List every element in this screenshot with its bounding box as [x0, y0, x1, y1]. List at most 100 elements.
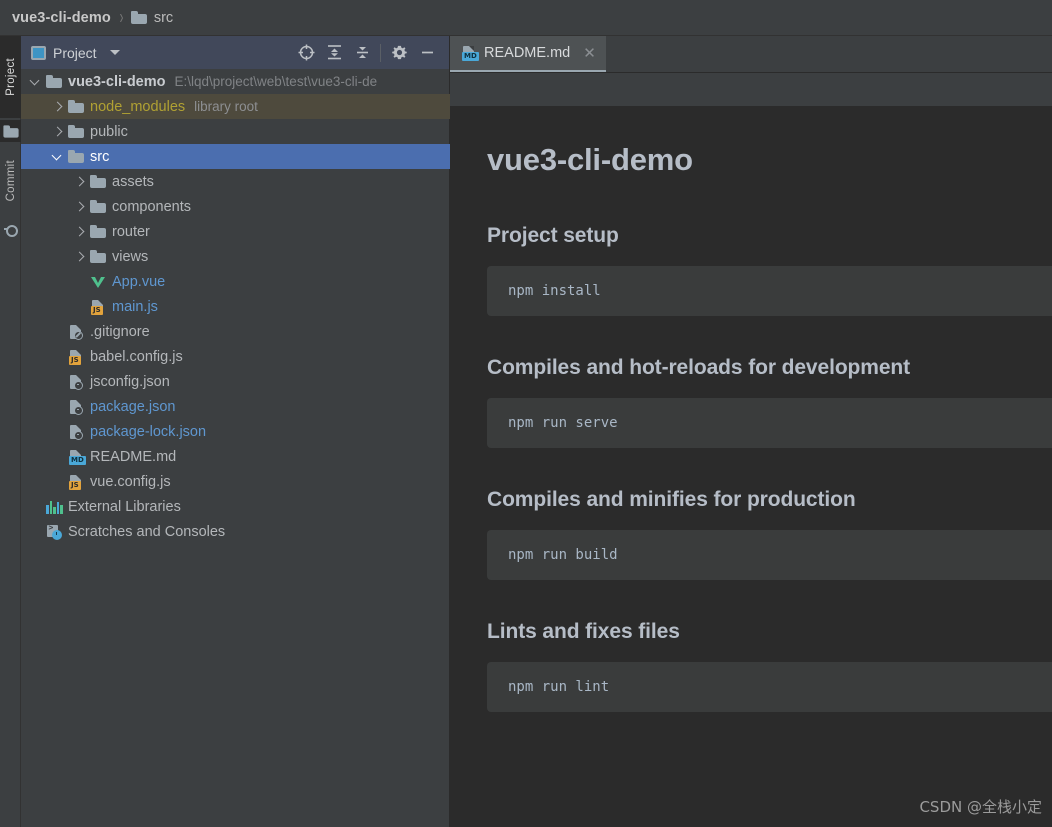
tree-row-label: vue3-cli-demo: [68, 73, 166, 90]
project-panel-title-group[interactable]: Project: [31, 45, 120, 61]
tree-row-vue-config-js[interactable]: JS vue.config.js: [21, 469, 450, 494]
md-heading-1: vue3-cli-demo: [487, 142, 693, 177]
chevron-down-icon[interactable]: [109, 50, 120, 55]
tool-strip-commit-icon-slot[interactable]: [0, 218, 21, 240]
md-file-icon: MD: [68, 449, 86, 465]
editor-tab-readme[interactable]: MD README.md ✕: [450, 36, 606, 72]
project-window-icon: [31, 45, 46, 60]
tool-window-strip: Project Commit: [0, 36, 21, 827]
breadcrumb-project-label: vue3-cli-demo: [12, 9, 111, 26]
tree-row-external-libraries[interactable]: External Libraries: [21, 494, 450, 519]
breadcrumb-bar: vue3-cli-demo › src: [0, 0, 1052, 36]
collapse-all-icon[interactable]: [348, 39, 376, 67]
folder-icon: [90, 175, 106, 188]
close-icon[interactable]: ✕: [583, 44, 596, 62]
watermark: CSDN @全栈小定: [919, 798, 1042, 816]
minimize-icon[interactable]: [413, 39, 441, 67]
project-panel-actions: [292, 39, 441, 67]
js-file-icon: JS: [68, 474, 84, 490]
tree-row-vue3-cli-demo[interactable]: vue3-cli-demo E:\lqd\project\web\test\vue…: [21, 69, 450, 94]
gear-icon[interactable]: [385, 39, 413, 67]
tree-row-label: babel.config.js: [90, 348, 183, 365]
tree-row-app-vue[interactable]: App.vue: [21, 269, 450, 294]
tool-strip-commit[interactable]: Commit: [0, 144, 21, 218]
breadcrumb-project[interactable]: vue3-cli-demo: [12, 10, 111, 26]
js-file-icon: JS: [68, 349, 84, 365]
chevron-down-icon[interactable]: [51, 150, 64, 163]
tree-arrow-placeholder: [51, 400, 64, 413]
tree-row-gitignore[interactable]: .gitignore: [21, 319, 450, 344]
folder-icon: [68, 150, 84, 163]
chevron-right-icon[interactable]: [73, 225, 86, 238]
folder-icon: [68, 125, 84, 138]
folder-icon: [130, 11, 147, 24]
tree-row-public[interactable]: public: [21, 119, 450, 144]
tree-row-label: package.json: [90, 398, 176, 415]
chevron-right-icon[interactable]: [51, 100, 64, 113]
tree-arrow-placeholder: [51, 325, 64, 338]
tree-arrow-placeholder: [51, 425, 64, 438]
editor-tab-label: README.md: [484, 45, 571, 61]
tree-row-label: node_modules: [90, 98, 186, 115]
chevron-right-icon[interactable]: [51, 125, 64, 138]
ide-window: vue3-cli-demo › src Project Commit Proje…: [0, 0, 1052, 827]
tree-row-label: External Libraries: [68, 498, 181, 515]
md-file-icon: MD: [461, 45, 479, 61]
scratches-icon: [46, 523, 62, 540]
tree-row-label: vue.config.js: [90, 473, 171, 490]
project-file-tree[interactable]: vue3-cli-demo E:\lqd\project\web\test\vue…: [21, 69, 450, 827]
tree-row-router[interactable]: router: [21, 219, 450, 244]
tree-row-readme-md[interactable]: MD README.md: [21, 444, 450, 469]
tree-row-label: router: [112, 223, 150, 240]
md-heading-2: Compiles and hot-reloads for development: [487, 356, 911, 379]
vue-file-icon: [90, 274, 106, 290]
tree-row-assets[interactable]: assets: [21, 169, 450, 194]
tree-row-main-js[interactable]: JS main.js: [21, 294, 450, 319]
tree-arrow-placeholder: [29, 500, 42, 513]
chevron-right-icon[interactable]: [73, 200, 86, 213]
project-tool-window: Project vue3-cli-demo E:\lqd\project\web…: [21, 36, 450, 827]
json-file-icon: [68, 374, 84, 390]
breadcrumb-src[interactable]: src: [130, 9, 174, 26]
tree-row-components[interactable]: components: [21, 194, 450, 219]
markdown-preview: vue3-cli-demo Project setup npm install Com…: [450, 108, 1052, 827]
tree-row-label: public: [90, 123, 128, 140]
tool-strip-project[interactable]: Project: [0, 36, 21, 118]
tree-row-label: components: [112, 198, 191, 215]
tree-row-label: .gitignore: [90, 323, 150, 340]
tree-row-src[interactable]: src: [21, 144, 450, 169]
chevron-down-icon[interactable]: [29, 75, 42, 88]
tree-row-node-modules[interactable]: node_modules library root: [21, 94, 450, 119]
tool-strip-project-icon-slot[interactable]: [0, 120, 21, 142]
editor-breadcrumb-strip: [450, 73, 1052, 107]
tree-row-label: jsconfig.json: [90, 373, 170, 390]
tree-row-label: Scratches and Consoles: [68, 523, 226, 540]
breadcrumb-separator-icon: ›: [119, 6, 124, 29]
tree-row-sublabel: library root: [194, 99, 258, 114]
tree-arrow-placeholder: [73, 275, 86, 288]
chevron-right-icon[interactable]: [73, 250, 86, 263]
tree-row-label: views: [112, 248, 149, 265]
tree-row-package-lock-json[interactable]: package-lock.json: [21, 419, 450, 444]
external-libraries-icon: [46, 500, 63, 514]
expand-all-icon[interactable]: [320, 39, 348, 67]
tree-row-views[interactable]: views: [21, 244, 450, 269]
tree-row-babel-config-js[interactable]: JS babel.config.js: [21, 344, 450, 369]
tool-strip-commit-label: Commit: [4, 160, 17, 202]
js-file-icon: JS: [90, 299, 106, 315]
tree-row-package-json[interactable]: package.json: [21, 394, 450, 419]
md-heading-2: Lints and fixes files: [487, 620, 680, 643]
tree-row-scratches-and-consoles[interactable]: Scratches and Consoles: [21, 519, 450, 544]
tree-row-label: main.js: [112, 298, 158, 315]
tree-row-label: README.md: [90, 448, 177, 465]
breadcrumb-src-label: src: [153, 9, 174, 26]
tree-row-jsconfig-json[interactable]: jsconfig.json: [21, 369, 450, 394]
folder-icon: [46, 75, 62, 88]
md-code-block: npm run lint: [487, 662, 1052, 712]
md-code-block: npm run serve: [487, 398, 1052, 448]
select-opened-file-icon[interactable]: [292, 39, 320, 67]
folder-icon: [90, 200, 106, 213]
chevron-right-icon[interactable]: [73, 175, 86, 188]
editor-tab-bar: MD README.md ✕: [450, 36, 1052, 73]
tree-row-label: package-lock.json: [90, 423, 207, 440]
